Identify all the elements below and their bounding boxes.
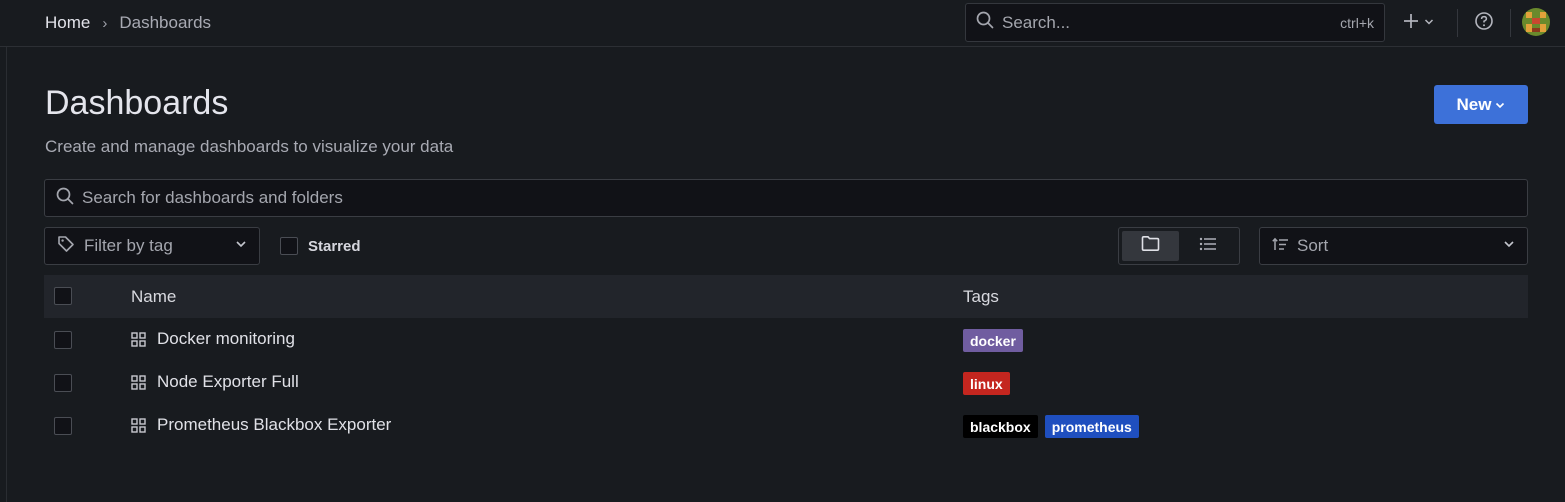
tag-filter-placeholder: Filter by tag <box>84 236 173 255</box>
tag-list: docker <box>963 329 1023 352</box>
breadcrumb-home[interactable]: Home <box>45 13 90 33</box>
row-checkbox[interactable] <box>54 374 72 392</box>
sort-icon <box>1272 237 1289 256</box>
chevron-down-icon <box>235 237 247 255</box>
list-view-icon <box>1199 237 1217 256</box>
dashboard-link[interactable]: Docker monitoring <box>157 329 295 349</box>
breadcrumb-separator: › <box>102 14 108 32</box>
row-checkbox[interactable] <box>54 331 72 349</box>
select-all-checkbox[interactable] <box>54 287 72 305</box>
search-icon <box>976 11 994 34</box>
column-header-name: Name <box>131 287 177 306</box>
breadcrumb-current: Dashboards <box>119 13 212 32</box>
folder-view-button[interactable] <box>1122 231 1179 261</box>
starred-checkbox[interactable] <box>280 237 298 255</box>
avatar[interactable] <box>1522 8 1550 36</box>
search-icon <box>56 187 74 210</box>
starred-label: Starred <box>308 237 361 255</box>
chevron-down-icon <box>1503 237 1515 255</box>
tag-badge[interactable]: docker <box>963 329 1023 352</box>
global-search-placeholder: Search... <box>1002 12 1071 32</box>
column-header-tags: Tags <box>963 287 999 306</box>
dashboard-search-placeholder: Search for dashboards and folders <box>82 188 343 207</box>
list-view-button[interactable] <box>1179 231 1236 261</box>
breadcrumb: Home › Dashboards <box>45 12 211 34</box>
table-row[interactable]: Node Exporter Full linux <box>44 361 1528 404</box>
tag-icon <box>57 235 75 258</box>
tag-badge[interactable]: linux <box>963 372 1010 395</box>
starred-filter[interactable]: Starred <box>280 237 361 255</box>
help-button[interactable] <box>1474 10 1494 36</box>
dashboard-link[interactable]: Node Exporter Full <box>157 372 299 392</box>
tag-filter-select[interactable]: Filter by tag <box>44 227 260 265</box>
chevron-down-icon <box>1491 95 1505 115</box>
tag-badge[interactable]: blackbox <box>963 415 1038 438</box>
table-row[interactable]: Prometheus Blackbox Exporter blackbox pr… <box>44 404 1528 447</box>
chevron-down-icon <box>1424 14 1434 32</box>
table-header: Name Tags <box>44 275 1528 318</box>
help-icon <box>1474 11 1494 36</box>
add-new-menu-button[interactable] <box>1402 10 1434 36</box>
global-search-input[interactable]: Search... ctrl+k <box>965 3 1385 42</box>
dashboard-grid-icon <box>131 418 146 438</box>
page-title: Dashboards <box>45 84 229 122</box>
dashboard-search-input[interactable]: Search for dashboards and folders <box>44 179 1528 217</box>
divider <box>1457 9 1458 37</box>
table-row[interactable]: Docker monitoring docker <box>44 318 1528 361</box>
dashboard-link[interactable]: Prometheus Blackbox Exporter <box>157 415 391 435</box>
tag-list: blackbox prometheus <box>963 415 1139 438</box>
tag-badge[interactable]: prometheus <box>1044 415 1139 438</box>
page-subtitle: Create and manage dashboards to visualiz… <box>45 137 454 156</box>
plus-icon <box>1402 12 1420 35</box>
divider <box>1510 9 1511 37</box>
sidebar-edge <box>6 47 7 502</box>
new-button-label: New <box>1456 94 1492 114</box>
sort-placeholder: Sort <box>1297 236 1329 255</box>
tag-list: linux <box>963 372 1010 395</box>
row-checkbox[interactable] <box>54 417 72 435</box>
folder-view-icon <box>1141 235 1160 257</box>
sort-select[interactable]: Sort <box>1259 227 1528 265</box>
search-shortcut-hint: ctrl+k <box>1340 14 1374 31</box>
view-mode-toggle <box>1118 227 1240 265</box>
new-button[interactable]: New <box>1434 85 1528 124</box>
dashboard-grid-icon <box>131 375 146 395</box>
dashboard-grid-icon <box>131 332 146 352</box>
top-bar: Home › Dashboards Search... ctrl+k <box>0 0 1565 47</box>
